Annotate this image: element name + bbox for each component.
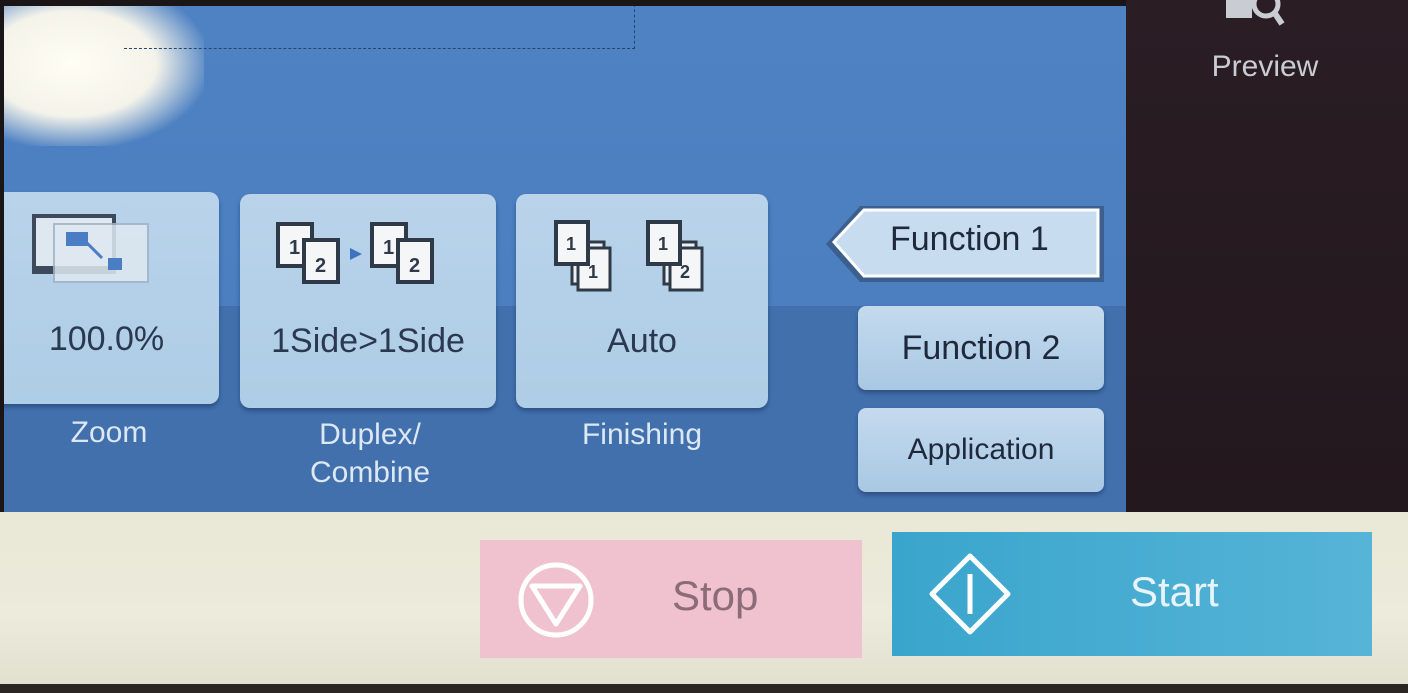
stop-button[interactable]: Stop (480, 540, 862, 658)
svg-text:1: 1 (289, 237, 300, 259)
device-bottom-edge (0, 684, 1408, 693)
stop-label: Stop (672, 572, 759, 619)
svg-text:2: 2 (409, 255, 420, 277)
finishing-caption: Finishing (581, 418, 703, 451)
status-area-border (124, 6, 635, 49)
duplex-combine-tile[interactable]: 1 2 1 2 1Side>1Side (240, 194, 496, 408)
svg-text:1: 1 (658, 234, 668, 254)
zoom-caption: Zoom (70, 416, 148, 449)
start-label: Start (1130, 568, 1219, 615)
finishing-value: Auto (607, 322, 677, 360)
function-1-tab[interactable]: Function 1 (820, 198, 1110, 290)
stop-icon (516, 560, 596, 640)
duplex-pages-icon: 1 2 1 2 (274, 218, 464, 290)
finishing-tile[interactable]: 1 1 2 1 Auto (516, 194, 768, 408)
function-1-label: Function 1 (890, 220, 1049, 258)
svg-text:2: 2 (315, 255, 326, 277)
svg-text:1: 1 (566, 234, 576, 254)
start-button[interactable]: Start (892, 532, 1372, 656)
application-label: Application (907, 433, 1055, 466)
magnifier-preview-icon[interactable] (1226, 0, 1286, 28)
function-2-button[interactable]: Function 2 (858, 306, 1104, 390)
zoom-scale-icon (32, 214, 152, 286)
duplex-caption-line1: Duplex/ (319, 418, 421, 451)
duplex-caption-line2: Combine (309, 456, 431, 489)
finishing-stack-icon: 1 1 2 1 (552, 216, 738, 296)
preview-label[interactable]: Preview (1200, 50, 1330, 84)
start-icon (928, 552, 1012, 636)
function-2-label: Function 2 (901, 328, 1061, 367)
application-button[interactable]: Application (858, 408, 1104, 492)
duplex-caption: Duplex/ Combine (270, 416, 470, 492)
touch-screen: 100.0% Zoom 1 2 1 2 1Side>1Side Duplex/ … (4, 6, 1126, 514)
zoom-value: 100.0% (48, 320, 165, 358)
svg-text:1: 1 (383, 237, 394, 259)
zoom-tile[interactable]: 100.0% (4, 192, 219, 404)
duplex-value: 1Side>1Side (271, 322, 465, 360)
